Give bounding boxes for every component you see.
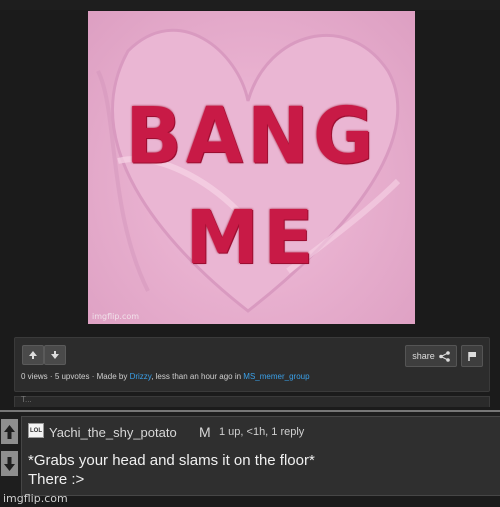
share-icon	[438, 350, 450, 362]
comment-text-line-2: There :>	[28, 471, 85, 488]
made-by-label: Made by	[96, 372, 128, 381]
post-time: less than an hour ago in	[155, 372, 242, 381]
upvotes-count: 5 upvotes	[54, 372, 90, 381]
mod-badge: M	[199, 424, 211, 440]
upvote-button[interactable]	[22, 345, 44, 365]
meme-image[interactable]: BANG ME imgflip.com	[88, 11, 415, 324]
comment-text-line-1: *Grabs your head and slams it on the flo…	[28, 452, 315, 469]
post-info-panel: share 0 views · 5 upvotes · Made by Driz…	[14, 337, 490, 392]
comment-downvote-button[interactable]	[1, 451, 18, 476]
lol-badge-icon: LOL	[28, 423, 44, 438]
comment-input-hint: T...	[21, 395, 32, 404]
comment-body: LOL Yachi_the_shy_potato M 1 up, <1h, 1 …	[21, 416, 500, 496]
comment-input-strip[interactable]: T...	[14, 395, 490, 407]
comment-upvote-button[interactable]	[1, 419, 18, 444]
arrow-up-icon	[29, 351, 37, 359]
comment-username[interactable]: Yachi_the_shy_potato	[49, 425, 177, 440]
flag-icon	[468, 351, 476, 361]
top-strip	[0, 0, 500, 10]
comment: LOL Yachi_the_shy_potato M 1 up, <1h, 1 …	[0, 410, 500, 496]
share-label: share	[412, 351, 435, 361]
author-link[interactable]: Drizzy	[130, 372, 152, 381]
comment-text: *Grabs your head and slams it on the flo…	[28, 451, 315, 489]
meme-caption-line-2: ME	[185, 195, 318, 281]
meme-watermark: imgflip.com	[92, 312, 140, 321]
meme-caption-line-1: BANG	[125, 90, 378, 182]
post-meta: 0 views · 5 upvotes · Made by Drizzy, le…	[21, 372, 310, 381]
arrow-down-icon	[51, 351, 59, 359]
flag-button[interactable]	[461, 345, 483, 367]
stream-link[interactable]: MS_memer_group	[243, 372, 309, 381]
downvote-button[interactable]	[44, 345, 66, 365]
views-count: 0 views	[21, 372, 48, 381]
share-button[interactable]: share	[405, 345, 457, 367]
arrow-up-icon	[4, 424, 15, 439]
arrow-down-icon	[4, 456, 15, 471]
comment-meta: 1 up, <1h, 1 reply	[219, 426, 305, 438]
footer-watermark: imgflip.com	[3, 492, 68, 505]
